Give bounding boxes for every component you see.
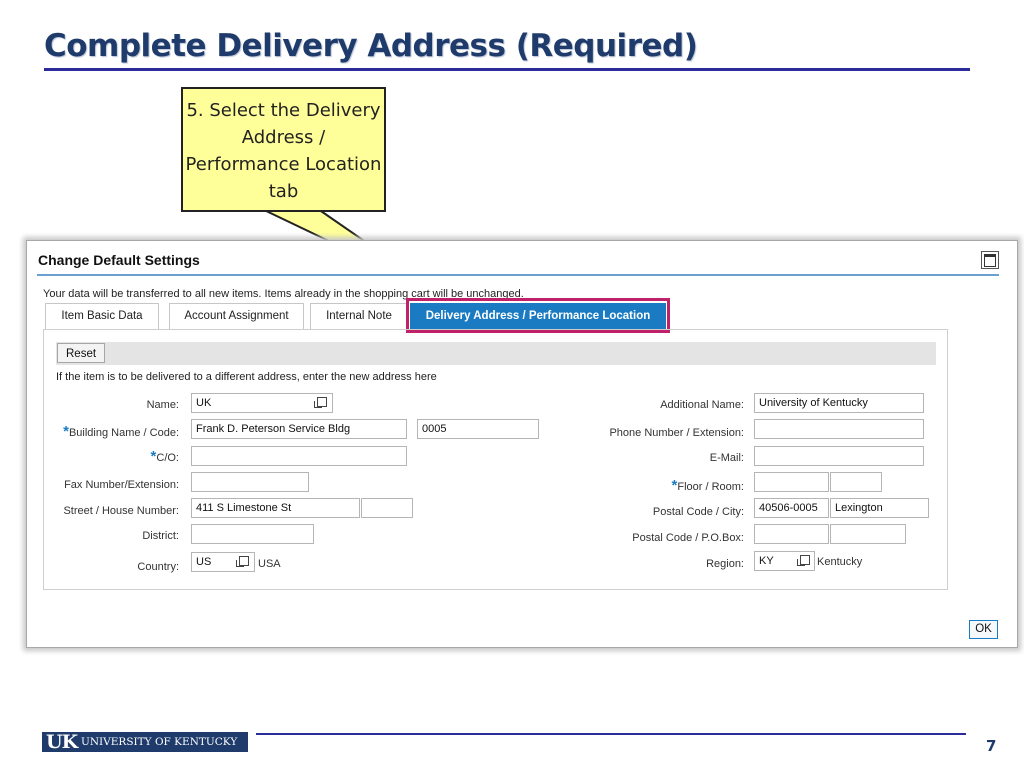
tab-account-assignment[interactable]: Account Assignment — [169, 303, 304, 329]
region-value: KY — [759, 555, 774, 567]
country-description: USA — [258, 558, 281, 570]
value-help-icon[interactable] — [236, 556, 249, 567]
floor-room-label: *Floor / Room: — [672, 477, 744, 494]
house-number-input[interactable] — [361, 498, 413, 518]
name-value: UK — [196, 397, 212, 409]
floor-input[interactable] — [754, 472, 829, 492]
ok-button[interactable]: OK — [969, 620, 998, 639]
building-label: *Building Name / Code: — [63, 423, 179, 440]
street-input[interactable]: 411 S Limestone St — [191, 498, 360, 518]
tab-item-basic-data[interactable]: Item Basic Data — [45, 303, 159, 329]
phone-input[interactable] — [754, 419, 924, 439]
country-label: Country: — [137, 561, 179, 573]
fax-label: Fax Number/Extension: — [64, 479, 179, 491]
dialog-title-divider — [37, 274, 999, 276]
university-of-kentucky-logo: UK UNIVERSITY OF KENTUCKY — [42, 731, 248, 753]
region-label: Region: — [706, 558, 744, 570]
additional-name-input[interactable]: University of Kentucky — [754, 393, 924, 413]
tab-highlight-box — [406, 298, 670, 333]
postal-city-label: Postal Code / City: — [652, 506, 744, 518]
region-description: Kentucky — [817, 556, 863, 568]
region-input[interactable]: KY — [754, 551, 815, 571]
address-instruction: If the item is to be delivered to a diff… — [56, 371, 437, 383]
maximize-icon[interactable] — [981, 251, 999, 269]
country-value: US — [196, 556, 212, 568]
panel-toolbar: Reset — [56, 342, 936, 365]
slide-title: Complete Delivery Address (Required) — [44, 28, 698, 64]
country-input[interactable]: US — [191, 552, 255, 572]
phone-label: Phone Number / Extension: — [609, 427, 744, 439]
value-help-icon[interactable] — [314, 397, 327, 408]
building-label-text: Building Name / Code: — [68, 427, 179, 439]
instruction-callout: 5. Select the Delivery Address / Perform… — [181, 87, 386, 212]
postal-code-input[interactable]: 40506-0005 — [754, 498, 829, 518]
change-default-settings-dialog: Change Default Settings Your data will b… — [26, 240, 1018, 648]
page-number: 7 — [986, 737, 997, 755]
logo-university-text: UNIVERSITY OF KENTUCKY — [81, 736, 238, 748]
po-box-label: Postal Code / P.O.Box: — [632, 532, 744, 544]
co-input[interactable] — [191, 446, 407, 466]
delivery-address-panel: Reset If the item is to be delivered to … — [43, 329, 948, 590]
po-box-input[interactable] — [830, 524, 906, 544]
building-code-input[interactable]: 0005 — [417, 419, 539, 439]
logo-uk-letters: UK — [46, 731, 78, 753]
title-divider — [44, 68, 970, 71]
co-label-text: C/O: — [156, 452, 179, 464]
email-input[interactable] — [754, 446, 924, 466]
dialog-title: Change Default Settings — [38, 252, 200, 268]
email-label: E-Mail: — [709, 452, 744, 464]
district-input[interactable] — [191, 524, 314, 544]
value-help-icon[interactable] — [797, 555, 810, 566]
additional-name-label: Additional Name: — [660, 399, 744, 411]
reset-button[interactable]: Reset — [57, 343, 106, 363]
name-input[interactable]: UK — [191, 393, 333, 413]
footer-divider — [256, 733, 966, 735]
fax-input[interactable] — [191, 472, 309, 492]
tab-internal-note[interactable]: Internal Note — [310, 303, 408, 329]
name-label: Name: — [146, 399, 179, 411]
building-name-input[interactable]: Frank D. Peterson Service Bldg — [191, 419, 407, 439]
street-label: Street / House Number: — [63, 505, 179, 517]
floor-room-label-text: Floor / Room: — [677, 481, 744, 493]
room-input[interactable] — [830, 472, 882, 492]
co-label: *C/O: — [151, 448, 179, 465]
district-label: District: — [142, 530, 179, 542]
city-input[interactable]: Lexington — [830, 498, 929, 518]
po-postal-code-input[interactable] — [754, 524, 829, 544]
